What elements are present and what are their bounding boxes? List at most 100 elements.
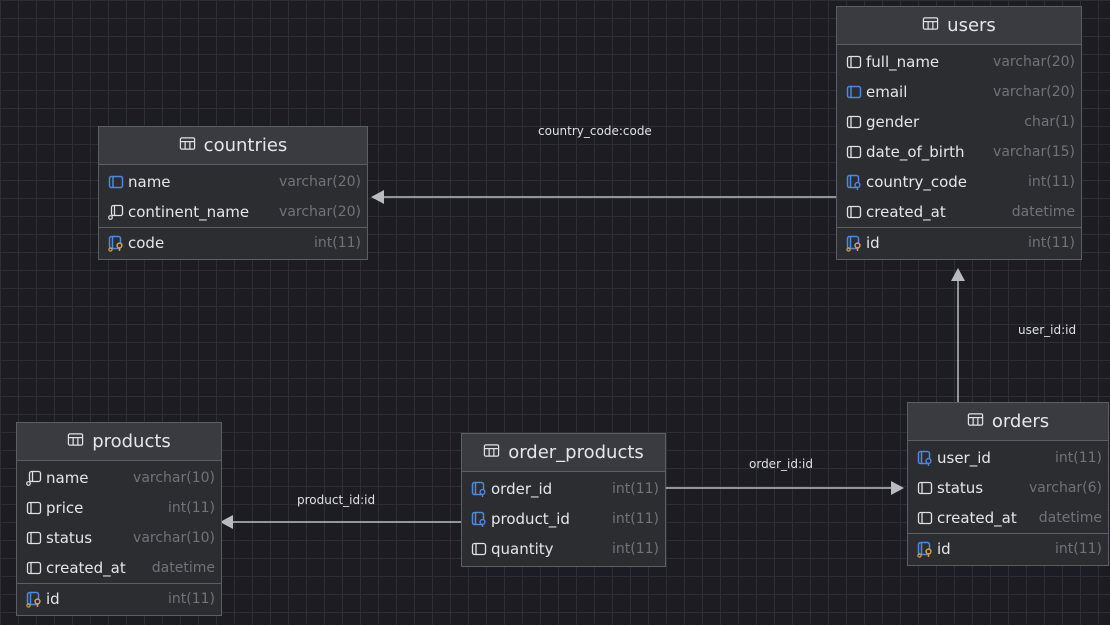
relation-order-products-orders[interactable]: order_id:id [666,457,904,495]
column-type: varchar(6) [1028,480,1102,496]
column-name: price [46,499,84,517]
column-icon [470,540,488,558]
column-type: int(11) [1028,234,1075,251]
column-name: email [866,83,908,101]
column-icon [916,479,934,497]
not-null-column-icon [107,203,125,221]
relation-orders-users[interactable]: user_id:id [951,268,1076,402]
column-type: int(11) [168,500,215,516]
indexed-column-icon [845,83,863,101]
table-users[interactable]: users full_name varchar(20) email varchar(20… [836,6,1082,260]
table-name: order_products [508,442,644,463]
column-type: varchar(10) [133,530,215,546]
table-header[interactable]: products [17,423,221,461]
column-type: varchar(20) [279,204,361,220]
column-icon [25,559,43,577]
arrow-head-icon [951,268,965,281]
column-type: int(11) [314,234,361,251]
column-name: product_id [491,510,570,528]
column-type: varchar(15) [993,144,1075,160]
column-row[interactable]: id int(11) [17,583,221,613]
column-row[interactable]: id int(11) [837,227,1081,257]
primary-key-icon [916,540,934,558]
column-row[interactable]: code int(11) [99,227,367,257]
column-name: created_at [937,509,1017,527]
not-null-column-icon [25,469,43,487]
column-type: int(11) [612,541,659,557]
column-row[interactable]: created_at datetime [908,503,1108,533]
foreign-key-icon [845,173,863,191]
column-name: quantity [491,540,554,558]
column-icon [845,53,863,71]
table-products[interactable]: products name varchar(10) price int(11) statu… [16,422,222,616]
er-diagram-canvas[interactable]: country_code:code user_id:id order_id:id pr… [0,0,1110,625]
table-icon [483,442,500,464]
column-name: user_id [937,449,991,467]
column-row[interactable]: id int(11) [908,533,1108,563]
table-name: countries [203,135,288,156]
column-name: gender [866,113,920,131]
relation-label: user_id:id [1018,323,1076,337]
column-row[interactable]: product_id int(11) [462,504,665,534]
relation-users-countries[interactable]: country_code:code [371,124,836,204]
table-countries[interactable]: countries name varchar(20) continent_name va… [98,126,368,260]
foreign-key-icon [916,449,934,467]
table-name: orders [991,411,1050,432]
column-icon [25,529,43,547]
column-type: varchar(20) [993,84,1075,100]
relation-label: product_id:id [297,493,375,507]
column-row[interactable]: country_code int(11) [837,167,1081,197]
indexed-column-icon [107,173,125,191]
table-header[interactable]: order_products [462,434,665,472]
column-row[interactable]: continent_name varchar(20) [99,197,367,227]
column-name: status [937,479,984,497]
column-row[interactable]: status varchar(10) [17,523,221,553]
relation-order-products-products[interactable]: product_id:id [220,493,461,529]
column-row[interactable]: full_name varchar(20) [837,47,1081,77]
column-icon [845,203,863,221]
column-name: order_id [491,480,553,498]
column-row[interactable]: price int(11) [17,493,221,523]
table-header[interactable]: users [837,7,1081,45]
table-name: products [92,431,171,452]
column-row[interactable]: date_of_birth varchar(15) [837,137,1081,167]
table-icon [967,411,984,433]
column-row[interactable]: order_id int(11) [462,474,665,504]
column-type: datetime [1011,204,1075,220]
column-row[interactable]: user_id int(11) [908,443,1108,473]
column-name: status [46,529,93,547]
table-name: users [947,15,996,36]
column-name: country_code [866,173,968,191]
column-name: name [128,173,171,191]
column-row[interactable]: quantity int(11) [462,534,665,564]
column-type: varchar(10) [133,470,215,486]
column-type: int(11) [1028,174,1075,190]
relation-label: country_code:code [538,124,652,138]
column-row[interactable]: name varchar(20) [99,167,367,197]
column-type: varchar(20) [993,54,1075,70]
column-type: int(11) [612,481,659,497]
foreign-key-icon [470,510,488,528]
table-order-products[interactable]: order_products order_id int(11) product_id i… [461,433,666,567]
column-icon [916,509,934,527]
primary-key-icon [25,590,43,608]
column-icon [845,143,863,161]
column-name: name [46,469,89,487]
column-row[interactable]: status varchar(6) [908,473,1108,503]
table-icon [179,135,196,157]
column-row[interactable]: gender char(1) [837,107,1081,137]
column-name: id [937,539,951,558]
column-type: datetime [151,560,215,576]
column-name: created_at [866,203,946,221]
column-icon [25,499,43,517]
table-header[interactable]: orders [908,403,1108,441]
column-row[interactable]: email varchar(20) [837,77,1081,107]
column-row[interactable]: created_at datetime [837,197,1081,227]
table-orders[interactable]: orders user_id int(11) status varchar(6) crea… [907,402,1109,566]
table-header[interactable]: countries [99,127,367,165]
column-type: int(11) [612,511,659,527]
column-row[interactable]: created_at datetime [17,553,221,583]
column-type: int(11) [168,590,215,607]
column-row[interactable]: name varchar(10) [17,463,221,493]
column-type: datetime [1038,510,1102,526]
